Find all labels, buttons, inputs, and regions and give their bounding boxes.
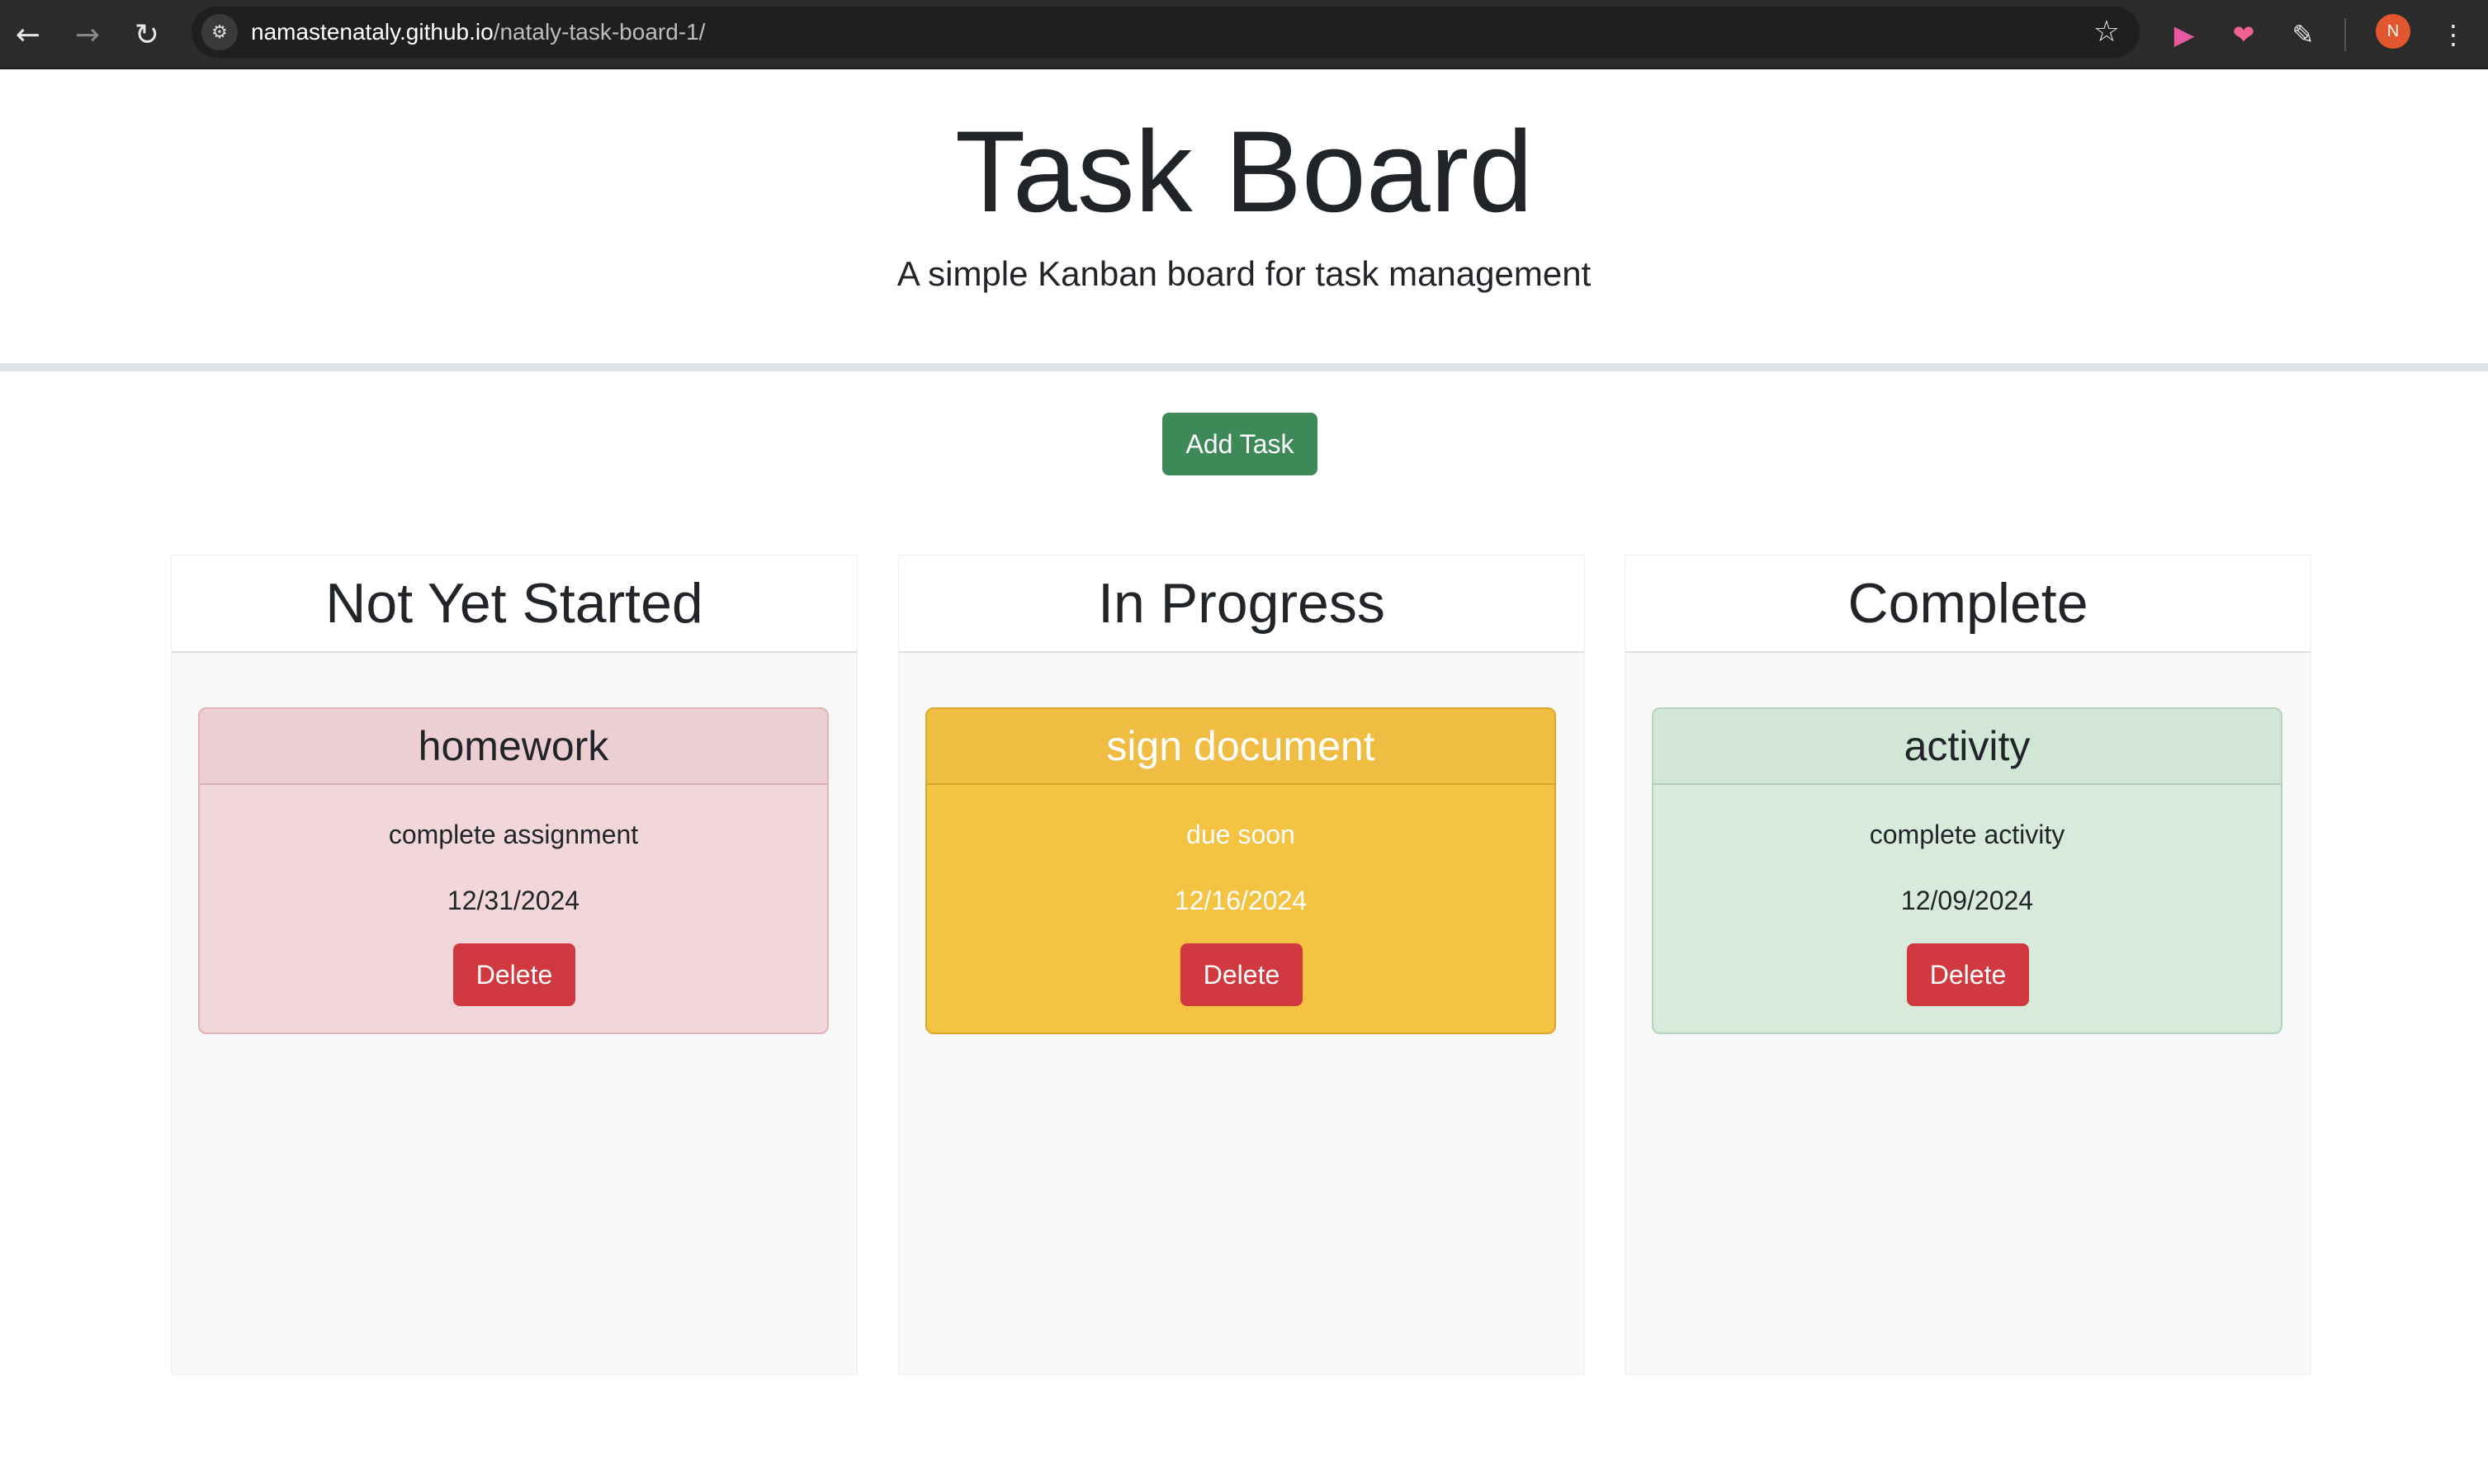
arrow-right-icon[interactable]: → (64, 12, 111, 58)
delete-button[interactable]: Delete (1180, 943, 1303, 1006)
header-divider (0, 363, 2488, 371)
add-task-button[interactable]: Add Task (1162, 413, 1317, 475)
arrow-left-icon[interactable]: ← (5, 12, 51, 58)
delete-button[interactable]: Delete (453, 943, 575, 1006)
task-card[interactable]: activity complete activity 12/09/2024 De… (1652, 707, 2282, 1034)
task-title: activity (1653, 709, 2281, 785)
lane-not-yet-started: Not Yet Started homework complete assign… (171, 555, 858, 1375)
lane-complete: Complete activity complete activity 12/0… (1625, 555, 2311, 1375)
task-description: complete activity (1869, 820, 2065, 849)
task-card[interactable]: sign document due soon 12/16/2024 Delete (925, 707, 1556, 1034)
task-due-date: 12/31/2024 (447, 886, 580, 915)
extension-icon[interactable]: ▶ (2161, 12, 2207, 58)
lane-title: In Progress (899, 555, 1584, 653)
puzzle-icon[interactable]: ✎ (2280, 12, 2326, 58)
menu-icon[interactable]: ⋮ (2430, 12, 2476, 58)
toolbar-divider (2344, 18, 2346, 51)
task-title: homework (200, 709, 827, 785)
reload-icon[interactable]: ↻ (124, 12, 170, 58)
task-description: due soon (1186, 820, 1295, 849)
star-icon[interactable]: ☆ (2093, 15, 2120, 49)
heart-icon[interactable]: ❤ (2221, 12, 2267, 58)
page-title: Task Board (954, 106, 1534, 236)
address-bar[interactable]: ⚙ namastenataly.github.io/nataly-task-bo… (192, 7, 2140, 58)
site-info-icon[interactable]: ⚙ (201, 14, 238, 50)
avatar[interactable]: N (2376, 14, 2410, 49)
delete-button[interactable]: Delete (1907, 943, 2029, 1006)
task-description: complete assignment (388, 820, 639, 849)
task-card[interactable]: homework complete assignment 12/31/2024 … (198, 707, 829, 1034)
url-host: namastenataly.github.io (251, 19, 494, 45)
lane-in-progress: In Progress sign document due soon 12/16… (898, 555, 1585, 1375)
url-text[interactable]: namastenataly.github.io/nataly-task-boar… (251, 19, 705, 45)
lane-title: Complete (1625, 555, 2311, 653)
page-subtitle: A simple Kanban board for task managemen… (896, 254, 1592, 293)
url-path: /nataly-task-board-1/ (493, 19, 706, 45)
task-title: sign document (927, 709, 1554, 785)
task-due-date: 12/16/2024 (1174, 886, 1308, 915)
browser-toolbar: ← → ↻ ⚙ namastenataly.github.io/nataly-t… (0, 0, 2488, 69)
lane-title: Not Yet Started (172, 555, 857, 653)
task-due-date: 12/09/2024 (1900, 886, 2034, 915)
